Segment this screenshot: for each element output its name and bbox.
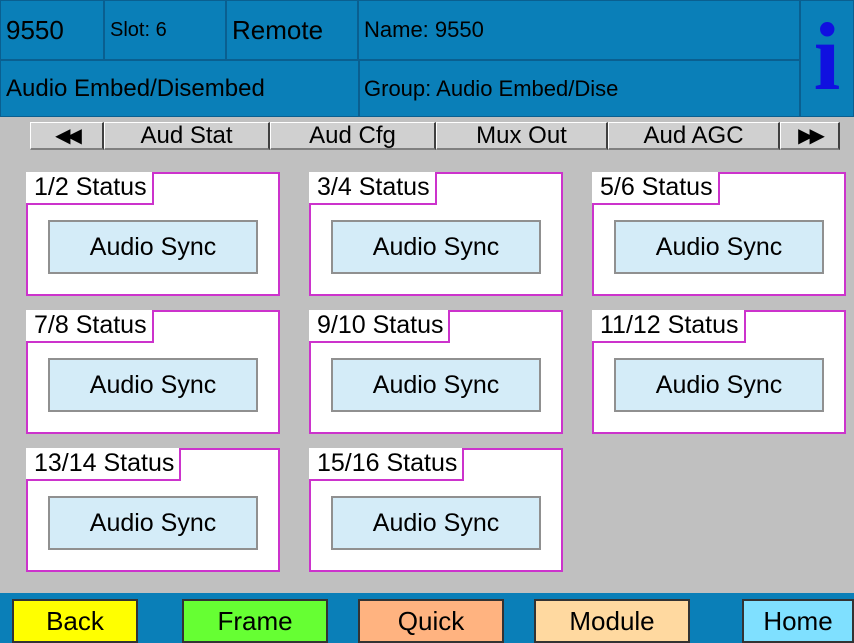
slot-label: Slot: 6 <box>104 0 226 60</box>
tab-bar: ◀◀ Aud Stat Aud Cfg Mux Out Aud AGC ▶▶ <box>0 118 854 154</box>
status-value: Audio Sync <box>48 358 258 412</box>
panel-title: 15/16 Status <box>309 448 465 481</box>
status-value: Audio Sync <box>48 220 258 274</box>
status-panel-11-12: 11/12 Status Audio Sync <box>592 310 846 434</box>
footer-bar: Back Frame Quick Module Home <box>0 593 854 643</box>
name-label: Name: 9550 <box>358 0 800 60</box>
panel-title: 13/14 Status <box>26 448 182 481</box>
group-label: Group: Audio Embed/Dise <box>358 60 800 117</box>
panel-title: 1/2 Status <box>26 172 154 205</box>
panel-title: 5/6 Status <box>592 172 720 205</box>
quick-button[interactable]: Quick <box>358 599 504 643</box>
info-icon: i <box>813 2 841 110</box>
panel-title: 11/12 Status <box>592 310 746 343</box>
panel-title: 9/10 Status <box>309 310 451 343</box>
status-value: Audio Sync <box>48 496 258 550</box>
status-panel-15-16: 15/16 Status Audio Sync <box>309 448 563 572</box>
status-panel-5-6: 5/6 Status Audio Sync <box>592 172 846 296</box>
tab-prev-arrow-icon[interactable]: ◀◀ <box>30 122 104 150</box>
module-label: Audio Embed/Disembed <box>0 60 360 117</box>
tab-aud-cfg[interactable]: Aud Cfg <box>270 122 436 150</box>
home-button[interactable]: Home <box>742 599 854 643</box>
status-panel-3-4: 3/4 Status Audio Sync <box>309 172 563 296</box>
tab-next-arrow-icon[interactable]: ▶▶ <box>780 122 840 150</box>
tab-aud-stat[interactable]: Aud Stat <box>104 122 270 150</box>
panel-title: 7/8 Status <box>26 310 154 343</box>
status-panel-7-8: 7/8 Status Audio Sync <box>26 310 280 434</box>
frame-button[interactable]: Frame <box>182 599 328 643</box>
tab-aud-agc[interactable]: Aud AGC <box>608 122 780 150</box>
tab-mux-out[interactable]: Mux Out <box>436 122 608 150</box>
status-panel-13-14: 13/14 Status Audio Sync <box>26 448 280 572</box>
status-panel-1-2: 1/2 Status Audio Sync <box>26 172 280 296</box>
panel-title: 3/4 Status <box>309 172 437 205</box>
module-button[interactable]: Module <box>534 599 690 643</box>
status-value: Audio Sync <box>331 220 541 274</box>
status-value: Audio Sync <box>331 496 541 550</box>
device-label: 9550 <box>0 0 104 60</box>
info-button[interactable]: i <box>800 0 854 117</box>
status-panel-9-10: 9/10 Status Audio Sync <box>309 310 563 434</box>
header-bar: 9550 Slot: 6 Remote Name: 9550 Audio Emb… <box>0 0 854 117</box>
status-value: Audio Sync <box>614 358 824 412</box>
status-value: Audio Sync <box>331 358 541 412</box>
status-grid: 1/2 Status Audio Sync 3/4 Status Audio S… <box>0 157 854 589</box>
back-button[interactable]: Back <box>12 599 138 643</box>
mode-label: Remote <box>226 0 358 60</box>
status-value: Audio Sync <box>614 220 824 274</box>
